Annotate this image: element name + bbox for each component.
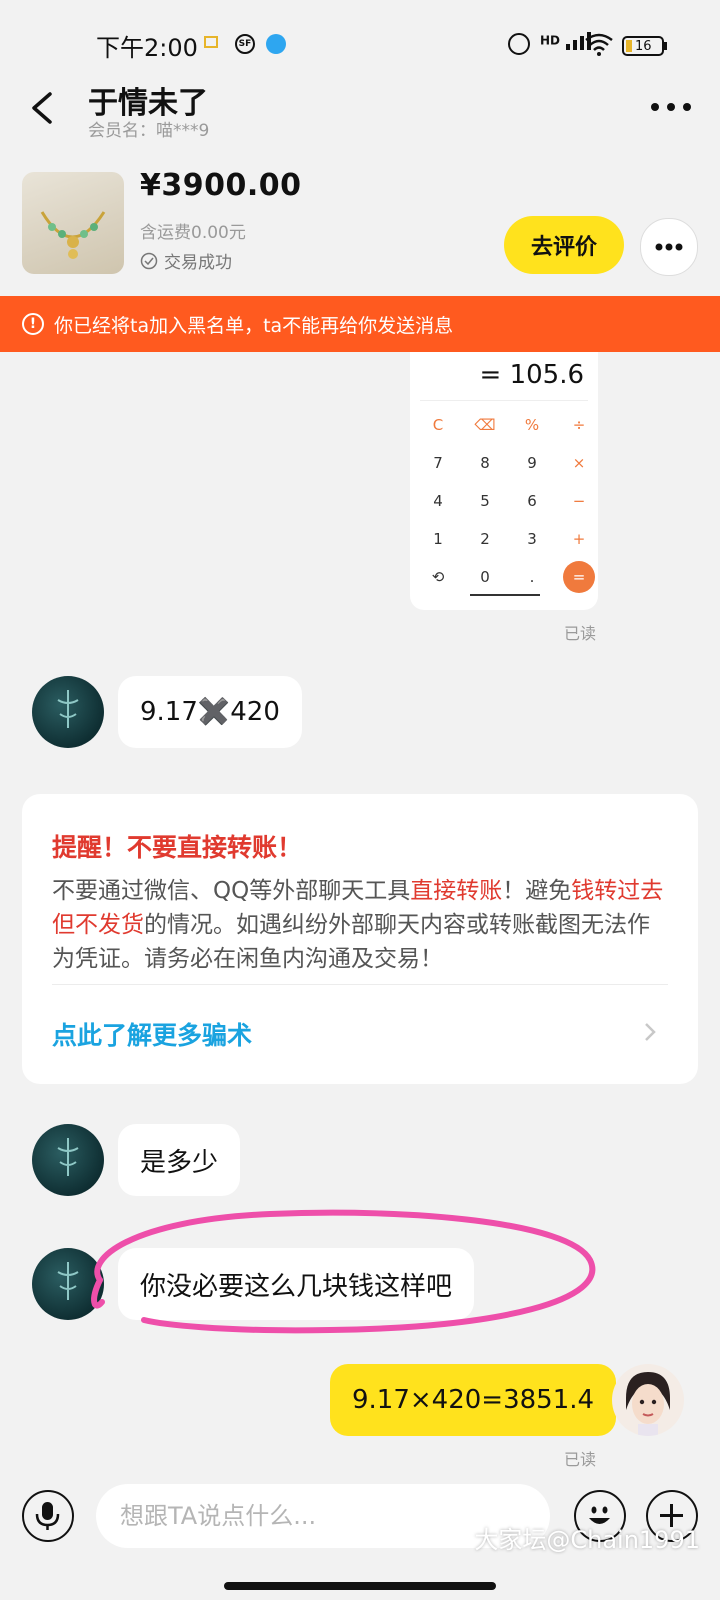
calculator-key: − [572,492,586,510]
learn-more-scams-link[interactable]: 点此了解更多骗术 [52,1016,252,1052]
read-receipt: 已读 [564,624,597,643]
avatar-logo [57,690,79,728]
warning-body-text: ！避免 [502,878,572,904]
review-button[interactable]: 去评价 [504,216,624,274]
contact-avatar[interactable] [32,676,104,748]
microphone-icon [35,1502,60,1530]
my-avatar[interactable] [612,1364,684,1436]
battery-cap [664,42,667,50]
calculator-key: + [572,530,586,548]
calculator-key: × [572,454,586,472]
calculator-key: 2 [480,530,490,548]
notification-icon [204,36,218,48]
bracelet-image [40,211,106,259]
warning-body-text: 不要通过微信、QQ等外部聊天工具 [52,878,411,904]
calculator-key: 4 [433,492,443,510]
chevron-right-icon[interactable] [638,1020,662,1044]
network-label: HD [540,33,561,48]
calculator-key: 8 [480,454,490,472]
hand-drawn-circle-annotation [91,1209,596,1334]
home-indicator[interactable] [224,1582,496,1590]
calculator-key: 6 [527,492,537,510]
status-time: 下午2:00 [96,34,198,62]
message-input[interactable] [118,1501,522,1531]
calculator-key: % [524,416,540,434]
calculator-key: = [563,561,595,593]
alert-icon: ! [22,313,44,335]
voice-input-button[interactable] [22,1490,74,1542]
watermark: 大家坛@Chain1991 [474,1526,700,1554]
battery-icon: 16 [622,36,664,56]
battery-level: 16 [635,38,652,54]
warning-body: 不要通过微信、QQ等外部聊天工具直接转账！避免钱转过去但不发货的情况。如遇纠纷外… [52,874,672,976]
ellipsis-icon [651,103,691,111]
calculator-key: 9 [527,454,537,472]
cartoon-person-avatar [626,1372,670,1436]
calculator-screenshot-message[interactable]: = 105.6 C ⌫% ÷ 7 8 9 × 4 5 6 − 1 2 3 + ⟲ 0. = [410,352,598,610]
warning-body-highlight: 直接转账 [410,878,503,904]
avatar-logo [57,1138,79,1176]
calculator-home-bar [470,594,540,596]
message-bubble-in[interactable]: 是多少 [118,1124,241,1196]
calculator-divider [420,400,588,401]
blacklist-banner: ! 你已经将ta加入黑名单，ta不能再给你发送消息 [0,296,720,352]
product-thumbnail[interactable] [22,172,124,274]
calculator-key: ⌫ [474,416,496,434]
chevron-left-icon [32,92,52,124]
calculator-key: . [529,568,535,586]
wifi-icon [584,32,614,60]
more-options-button[interactable] [648,92,694,122]
calculator-key: ⟲ [431,568,445,586]
sf-icon: SF [235,34,255,54]
ellipsis-icon [655,243,683,251]
trade-status-label: 交易成功 [164,253,232,273]
calculator-key: ÷ [572,416,586,434]
back-button[interactable] [22,86,66,130]
message-bubble-out[interactable]: 9.17×420=3851.4 [330,1364,617,1436]
trade-status: 交易成功 [140,248,232,273]
member-name: 会员名：喵***9 [88,121,210,141]
calculator-key: 0 [480,568,490,586]
product-price: ¥3900.00 [140,168,302,203]
contact-avatar[interactable] [32,1124,104,1196]
divider [52,984,668,985]
alarm-icon [508,33,530,55]
calculator-result: = 105.6 [479,360,584,390]
calculator-key: 7 [433,454,443,472]
calculator-key: 5 [480,492,490,510]
calculator-key: C [432,416,444,434]
blacklist-text: 你已经将ta加入黑名单，ta不能再给你发送消息 [54,314,454,337]
transfer-warning-card: 提醒！不要直接转账！ 不要通过微信、QQ等外部聊天工具直接转账！避免钱转过去但不… [22,794,698,1084]
check-circle-icon [140,252,158,269]
calculator-key: 1 [433,530,443,548]
message-bubble-in[interactable]: 9.17✖️420 [118,676,302,748]
read-receipt: 已读 [564,1450,597,1469]
shipping-fee: 含运费0.00元 [140,223,246,243]
warning-title: 提醒！不要直接转账！ [52,833,303,862]
cloud-icon [266,34,286,54]
calculator-key: 3 [527,530,537,548]
product-more-button[interactable] [640,218,698,276]
